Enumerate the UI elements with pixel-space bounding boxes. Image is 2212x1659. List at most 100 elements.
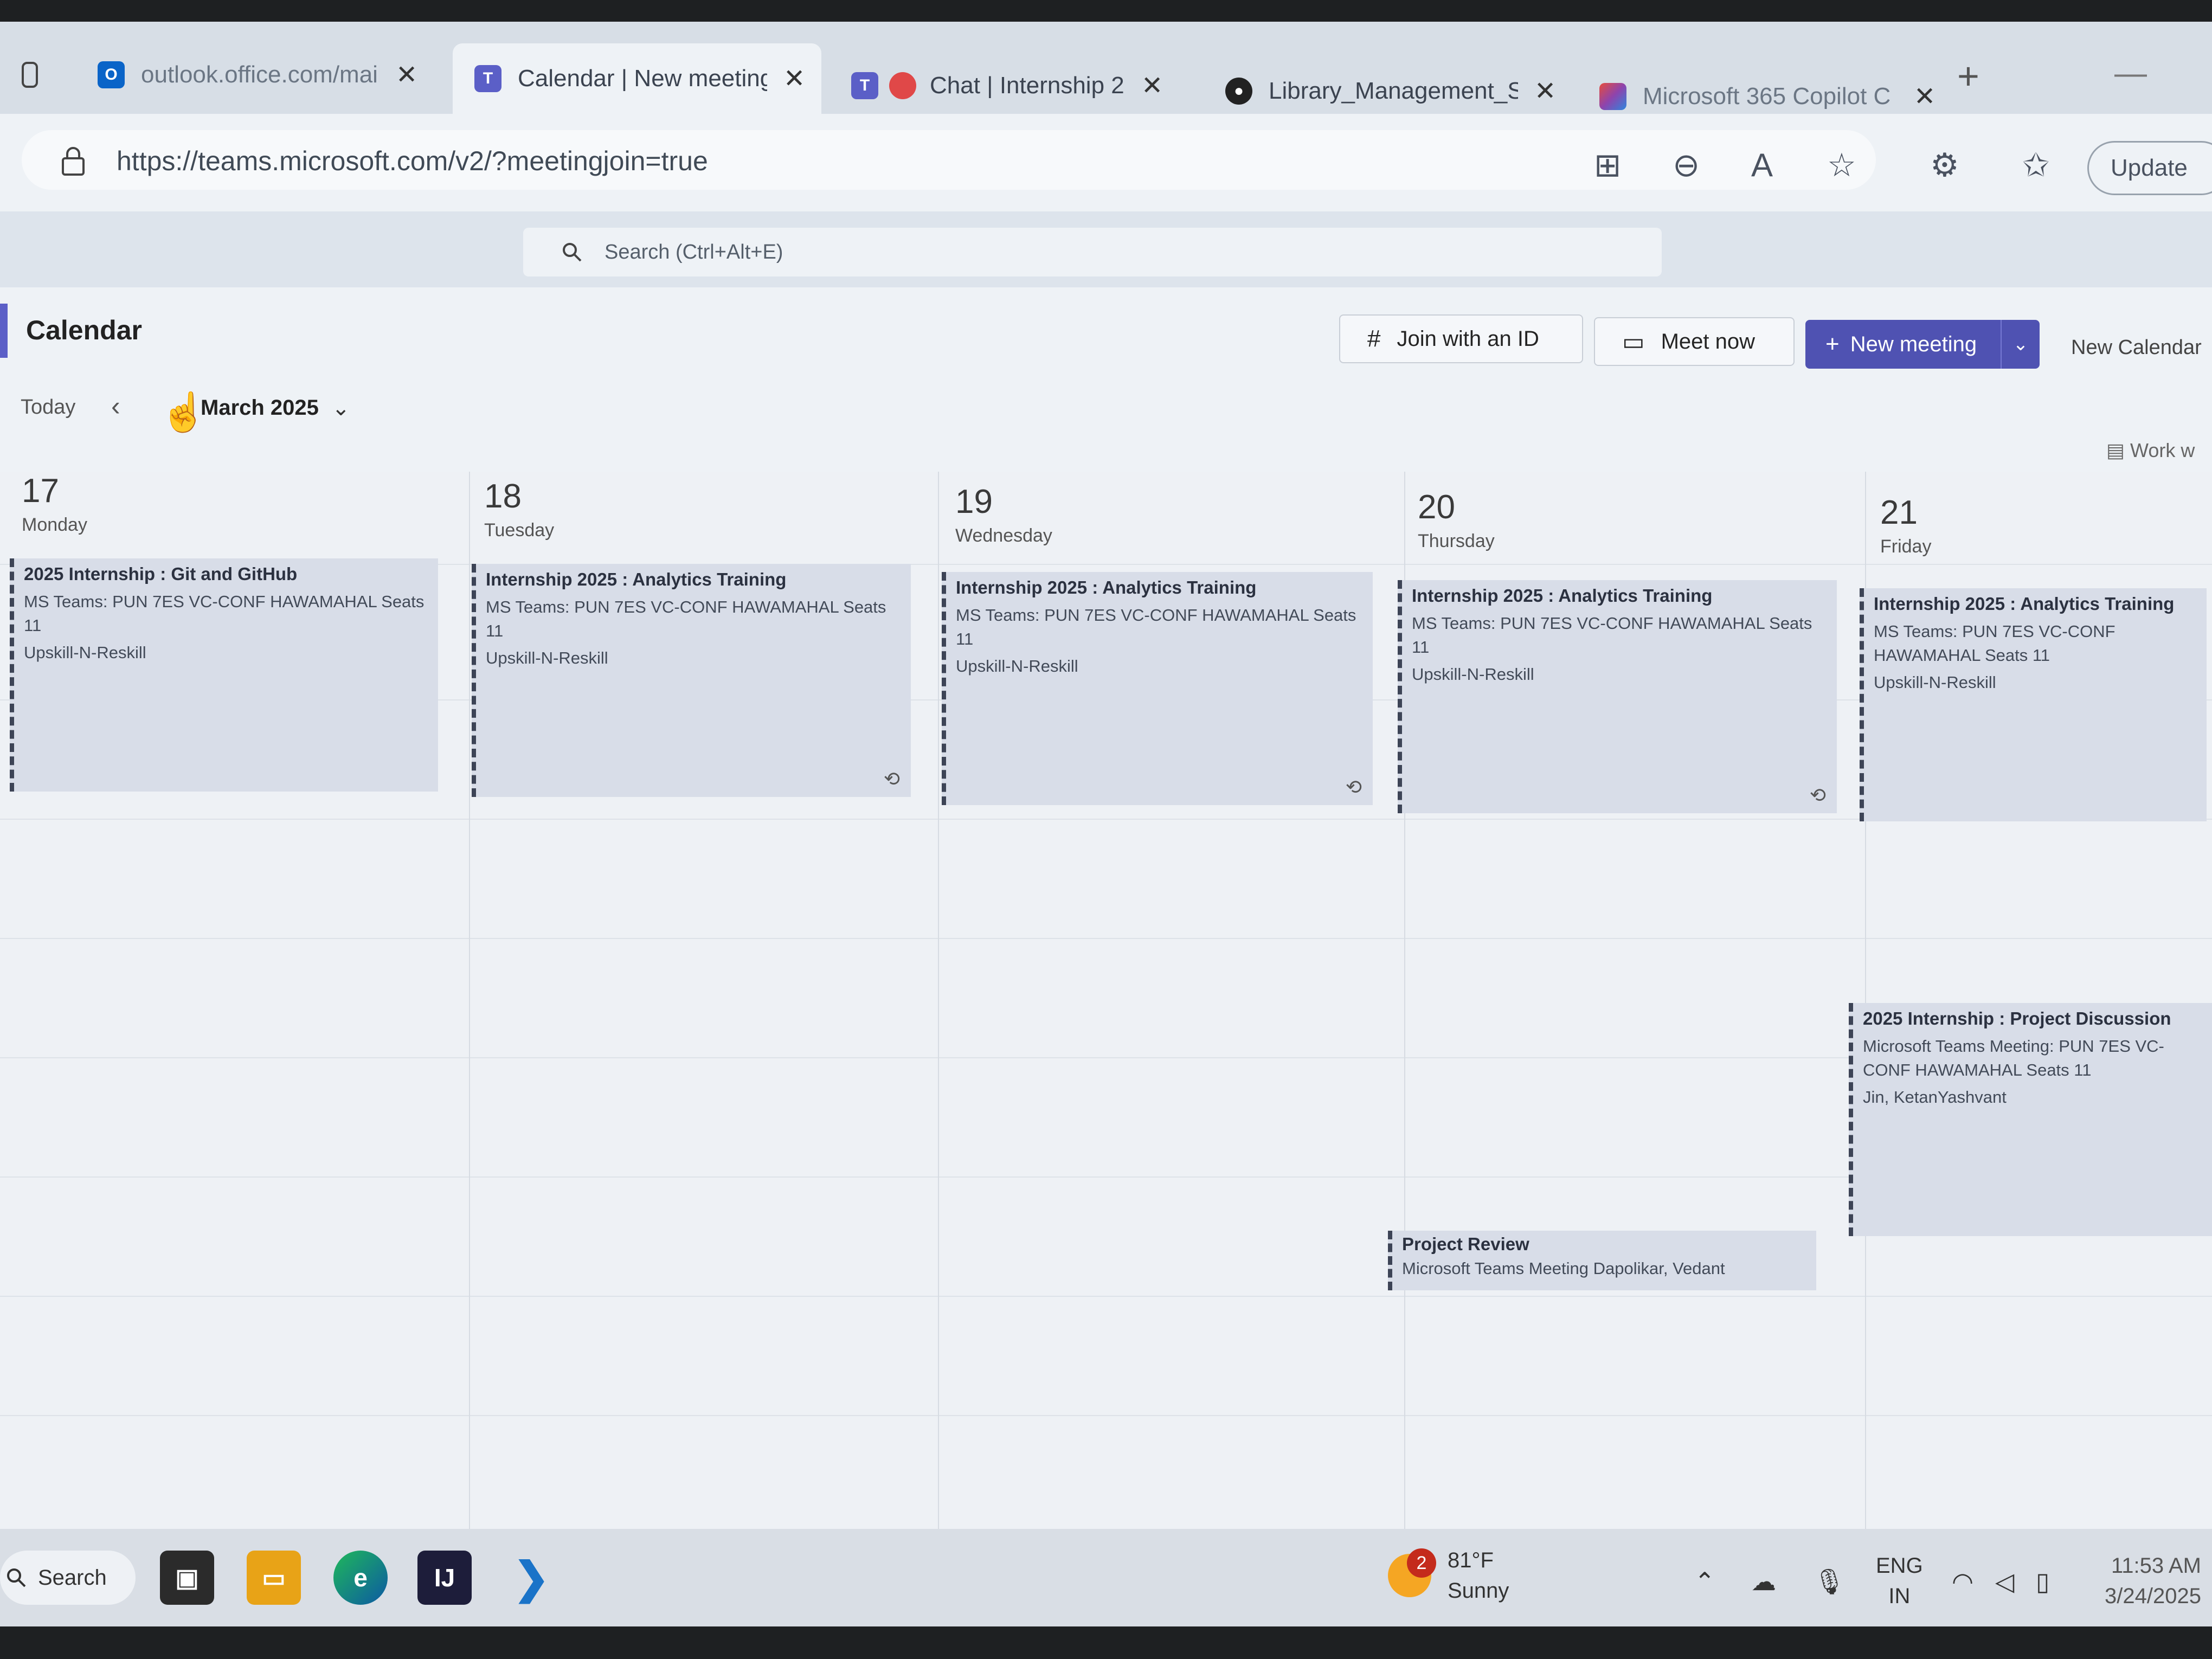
event-analytics-training-thu[interactable]: Internship 2025 : Analytics Training MS … bbox=[1398, 580, 1837, 813]
screen: O outlook.office.com/mail ✕ T Calendar |… bbox=[0, 22, 2212, 1626]
event-category: Upskill-N-Reskill bbox=[1412, 665, 1534, 684]
zoom-out-icon[interactable]: ⊖ bbox=[1673, 146, 1700, 184]
day-number: 18 bbox=[484, 478, 522, 515]
temperature: 81°F bbox=[1448, 1548, 1494, 1572]
event-git-and-github[interactable]: 2025 Internship : Git and GitHub MS Team… bbox=[10, 558, 438, 792]
new-meeting-button[interactable]: + New meeting bbox=[1805, 320, 2003, 369]
today-button[interactable]: Today bbox=[21, 396, 75, 419]
event-analytics-training-fri[interactable]: Internship 2025 : Analytics Training MS … bbox=[1860, 588, 2207, 821]
update-button[interactable]: Update bbox=[2087, 141, 2212, 195]
tab-github[interactable]: ● Library_Management_S ✕ bbox=[1204, 60, 1572, 122]
day-header-wednesday[interactable]: 19 Wednesday bbox=[955, 483, 1052, 546]
event-title: Internship 2025 : Analytics Training bbox=[486, 569, 787, 589]
new-meeting-label: New meeting bbox=[1850, 332, 1977, 356]
weather-widget[interactable]: 2 81°F Sunny bbox=[1388, 1545, 1509, 1606]
event-category: Upskill-N-Reskill bbox=[1874, 673, 1996, 692]
new-calendar-button[interactable]: New Calendar bbox=[2071, 336, 2202, 359]
view-label: Work w bbox=[2130, 439, 2195, 461]
browser-tab-strip: O outlook.office.com/mail ✕ T Calendar |… bbox=[0, 22, 2212, 114]
intellij-icon[interactable]: IJ bbox=[417, 1551, 472, 1605]
month-picker[interactable]: March 2025 bbox=[201, 396, 319, 420]
event-organizer: Jin, KetanYashvant bbox=[1863, 1088, 2007, 1107]
taskbar-search[interactable]: Search bbox=[0, 1551, 136, 1605]
event-title: 2025 Internship : Project Discussion bbox=[1863, 1008, 2171, 1028]
event-location: MS Teams: PUN 7ES VC-CONF HAWAMAHAL Seat… bbox=[486, 597, 886, 640]
close-icon[interactable]: ✕ bbox=[1141, 70, 1163, 101]
microphone-icon[interactable]: 🎙 bbox=[1814, 1567, 1845, 1597]
speaker-icon[interactable]: ◁ bbox=[1995, 1567, 2014, 1596]
copilot-icon bbox=[1599, 82, 1626, 110]
tab-actions-icon bbox=[22, 61, 38, 88]
chevron-down-icon: ⌄ bbox=[2012, 334, 2029, 355]
day-header-monday[interactable]: 17 Monday bbox=[22, 472, 87, 536]
calendar-header: Calendar # Join with an ID ▭ Meet now + … bbox=[0, 287, 2212, 472]
day-header-tuesday[interactable]: 18 Tuesday bbox=[484, 477, 554, 541]
join-with-id-button[interactable]: # Join with an ID bbox=[1339, 314, 1583, 363]
close-icon[interactable]: ✕ bbox=[783, 63, 805, 94]
day-header-friday[interactable]: 21 Friday bbox=[1880, 493, 1931, 557]
event-project-discussion[interactable]: 2025 Internship : Project Discussion Mic… bbox=[1849, 1003, 2212, 1236]
tab-label: Microsoft 365 Copilot C bbox=[1643, 82, 1891, 110]
taskbar-search-label: Search bbox=[38, 1565, 107, 1590]
lock-icon bbox=[62, 147, 85, 176]
calendar-grid: 17 Monday 18 Tuesday 19 Wednesday 20 Thu… bbox=[0, 472, 2212, 1556]
language-indicator[interactable]: ENG IN bbox=[1876, 1551, 1923, 1611]
day-header-thursday[interactable]: 20 Thursday bbox=[1418, 488, 1495, 552]
favorites-icon[interactable]: ✩ bbox=[2022, 146, 2049, 184]
minimize-icon[interactable]: — bbox=[2114, 54, 2147, 92]
day-divider bbox=[938, 472, 939, 1556]
chevron-left-icon[interactable]: ‹ bbox=[111, 390, 120, 422]
day-number: 20 bbox=[1418, 488, 1455, 526]
event-analytics-training-wed[interactable]: Internship 2025 : Analytics Training MS … bbox=[942, 572, 1373, 805]
new-tab-button[interactable]: + bbox=[1957, 54, 1979, 98]
app-available-icon[interactable]: ⊞ bbox=[1594, 146, 1621, 184]
read-aloud-icon[interactable]: A bbox=[1751, 146, 1773, 184]
tab-calendar[interactable]: T Calendar | New meeting ✕ bbox=[453, 43, 821, 114]
recurring-icon: ⟲ bbox=[1345, 776, 1362, 798]
wifi-icon[interactable]: ◠ bbox=[1952, 1567, 1973, 1596]
vscode-icon[interactable]: ❯ bbox=[504, 1551, 558, 1605]
chevron-down-icon[interactable]: ⌄ bbox=[332, 396, 350, 421]
language-code: ENG bbox=[1876, 1554, 1923, 1578]
close-icon[interactable]: ✕ bbox=[1534, 76, 1556, 106]
grid-line bbox=[0, 1296, 2212, 1297]
day-name: Wednesday bbox=[955, 525, 1052, 546]
view-switcher[interactable]: ▤ Work w bbox=[2106, 439, 2195, 462]
event-project-review[interactable]: Project Review Microsoft Teams Meeting D… bbox=[1388, 1231, 1816, 1290]
search-input[interactable]: Search (Ctrl+Alt+E) bbox=[523, 228, 1662, 276]
file-explorer-icon[interactable]: ▭ bbox=[247, 1551, 301, 1605]
close-icon[interactable]: ✕ bbox=[1914, 81, 1935, 112]
new-meeting-dropdown[interactable]: ⌄ bbox=[2001, 320, 2040, 369]
task-view-icon[interactable]: ▣ bbox=[160, 1551, 214, 1605]
event-location: Microsoft Teams Meeting Dapolikar, Vedan… bbox=[1402, 1259, 1725, 1278]
onedrive-icon[interactable]: ☁ bbox=[1751, 1567, 1776, 1596]
meet-now-button[interactable]: ▭ Meet now bbox=[1594, 317, 1795, 366]
tab-chat[interactable]: T Chat | Internship 2 ✕ bbox=[829, 54, 1198, 117]
chevron-up-icon[interactable]: ⌃ bbox=[1694, 1567, 1715, 1596]
edge-icon[interactable]: e bbox=[333, 1551, 388, 1605]
grid-line bbox=[0, 1415, 2212, 1416]
event-title: Project Review bbox=[1402, 1234, 1529, 1254]
battery-icon[interactable]: ▯ bbox=[2036, 1567, 2049, 1596]
extensions-icon[interactable]: ⚙ bbox=[1930, 146, 1959, 184]
tab-actions-button[interactable] bbox=[0, 43, 54, 106]
favorite-star-icon[interactable]: ☆ bbox=[1827, 146, 1856, 184]
meet-now-label: Meet now bbox=[1661, 329, 1755, 353]
close-icon[interactable]: ✕ bbox=[396, 60, 417, 90]
tab-label: Chat | Internship 2 bbox=[930, 72, 1124, 99]
tab-label: Calendar | New meeting bbox=[518, 65, 767, 92]
teams-icon: T bbox=[474, 65, 501, 92]
event-analytics-training-tue[interactable]: Internship 2025 : Analytics Training MS … bbox=[472, 564, 911, 797]
day-name: Monday bbox=[22, 515, 87, 535]
system-clock[interactable]: 11:53 AM 3/24/2025 bbox=[2071, 1551, 2201, 1611]
teams-top-bar: Search (Ctrl+Alt+E) bbox=[0, 211, 2212, 287]
tab-label: Library_Management_S bbox=[1269, 77, 1518, 104]
day-number: 21 bbox=[1880, 494, 1918, 531]
grid-line bbox=[0, 938, 2212, 939]
region-code: IN bbox=[1888, 1584, 1911, 1608]
recording-icon bbox=[889, 72, 916, 99]
plus-icon: + bbox=[1825, 331, 1840, 357]
event-title: 2025 Internship : Git and GitHub bbox=[24, 564, 298, 584]
tab-outlook[interactable]: O outlook.office.com/mail ✕ bbox=[76, 43, 445, 106]
weather-condition: Sunny bbox=[1448, 1579, 1509, 1603]
